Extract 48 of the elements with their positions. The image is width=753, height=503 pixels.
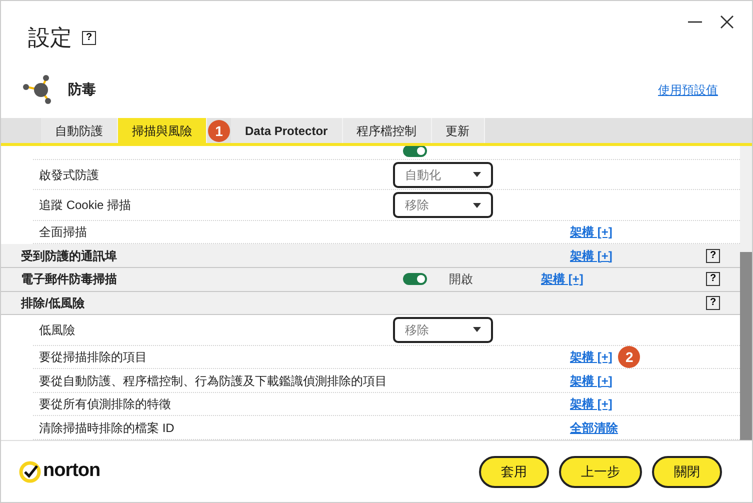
configure-link[interactable]: 架構 [+] [570, 395, 612, 414]
footer-button[interactable]: 關閉 [652, 456, 722, 488]
number-badge: 1 [208, 120, 230, 142]
help-icon[interactable]: ? [82, 30, 96, 44]
section-heading: 受到防護的通訊埠 [21, 248, 118, 265]
dropdown[interactable]: 自動化 [393, 162, 493, 188]
reset-defaults-link[interactable]: 使用預設值 [658, 80, 718, 98]
configure-link[interactable]: 架構 [+] [541, 270, 584, 288]
close-icon[interactable] [720, 15, 734, 29]
configure-link[interactable]: 架構 [+] [570, 348, 612, 366]
toggle-switch[interactable] [403, 273, 427, 286]
tab[interactable]: 更新 [432, 118, 485, 143]
footer-button[interactable]: 套用 [479, 456, 549, 488]
tab[interactable]: Data Protector [231, 118, 343, 143]
tab[interactable]: 掃描與風險 [118, 118, 207, 143]
setting-label: 清除掃描時排除的檔案 ID [39, 420, 176, 437]
caret-icon [473, 202, 481, 208]
number-badge: 2 [618, 346, 640, 368]
setting-label: 追蹤 Cookie 掃描 [39, 197, 132, 214]
checkmark-logo-icon [19, 460, 41, 482]
help-icon[interactable]: ? [706, 248, 720, 263]
dropdown[interactable]: 移除 [393, 192, 493, 218]
help-icon[interactable]: ? [706, 272, 720, 286]
toggle-switch[interactable] [403, 146, 427, 157]
status-text: 開啟 [449, 271, 473, 288]
section-title: 防毒 [68, 80, 96, 99]
configure-link[interactable]: 全部清除 [570, 418, 618, 437]
section-heading: 電子郵件防毒掃描 [21, 271, 118, 288]
setting-label: 要從自動防護、程序檔控制、行為防護及下載鑑識偵測排除的項目 [39, 372, 388, 390]
section-heading: 排除/低風險 [21, 294, 86, 312]
help-icon[interactable]: ? [706, 296, 720, 310]
brand-logo-text: norton [43, 459, 100, 484]
tab[interactable]: 自動防護 [41, 118, 118, 143]
tab[interactable]: 程序檔控制 [342, 118, 432, 143]
setting-label: 低風險 [39, 322, 76, 339]
dropdown[interactable]: 移除 [393, 316, 493, 343]
configure-link[interactable]: 架構 [+] [570, 372, 612, 390]
setting-label: 全面掃描 [39, 224, 88, 242]
setting-label: 要從掃描排除的項目 [39, 348, 148, 366]
footer-button[interactable]: 上一步 [559, 456, 642, 488]
window-title: 設定 [28, 24, 72, 52]
caret-icon [473, 327, 481, 332]
setting-label: 啟發式防護 [39, 166, 100, 184]
configure-link[interactable]: 架構 [+] [570, 246, 612, 265]
scrollbar[interactable] [740, 146, 752, 440]
configure-link[interactable]: 架構 [+] [570, 223, 612, 242]
setting-label: 要從所有偵測排除的特徵 [39, 396, 172, 414]
caret-icon [473, 172, 481, 178]
